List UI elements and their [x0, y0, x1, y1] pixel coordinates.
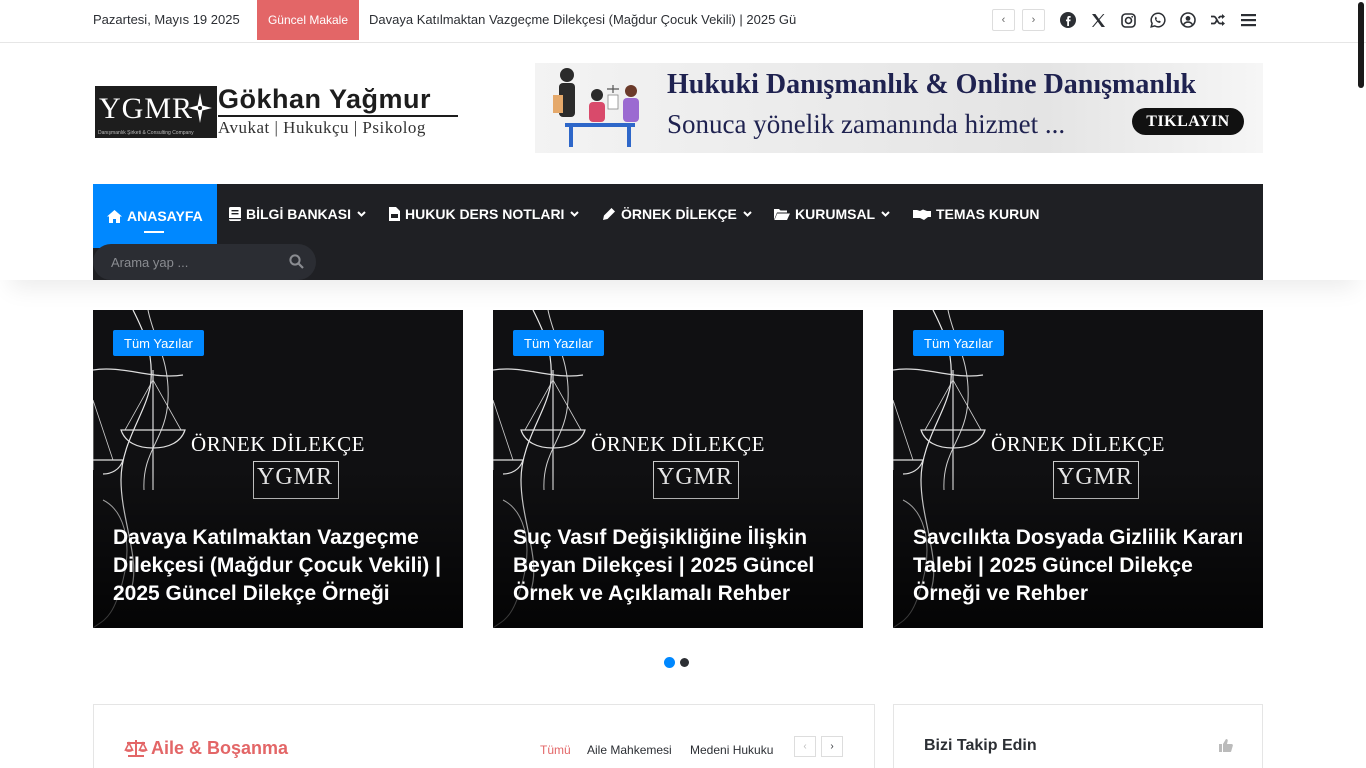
logo-mark-subtitle: Danışmanlık Şirketi & Consulting Company — [98, 130, 194, 136]
nav-item-ornek-dilekce[interactable]: ÖRNEK DİLEKÇE — [602, 184, 752, 244]
slider-card[interactable]: Tüm Yazılar ÖRNEK DİLEKÇE YGMR Savcılıkt… — [893, 310, 1263, 628]
top-bar: Pazartesi, Mayıs 19 2025 Güncel Makale D… — [0, 0, 1366, 43]
widget-title: Bizi Takip Edin — [924, 737, 1037, 754]
nav-item-anasayfa[interactable]: ANASAYFA — [93, 184, 217, 248]
x-twitter-icon[interactable] — [1088, 10, 1108, 30]
current-date: Pazartesi, Mayıs 19 2025 — [93, 12, 240, 27]
chevron-down-icon — [881, 211, 890, 217]
chevron-down-icon — [357, 211, 366, 217]
breaking-news-label: Güncel Makale — [257, 0, 359, 40]
logo-mark-letters: YGMR — [99, 92, 194, 125]
breaking-next-button[interactable]: › — [1022, 9, 1045, 31]
logo-name: Gökhan Yağmur — [218, 84, 432, 114]
search-box — [93, 244, 316, 280]
image-watermark-title: ÖRNEK DİLEKÇE — [591, 432, 765, 456]
random-article-icon[interactable] — [1208, 10, 1228, 30]
category-badge[interactable]: Tüm Yazılar — [113, 330, 204, 356]
home-icon — [107, 209, 122, 223]
search-input[interactable] — [111, 253, 281, 271]
book-icon — [229, 207, 241, 221]
user-login-icon[interactable] — [1178, 10, 1198, 30]
nav-item-label: HUKUK DERS NOTLARI — [405, 206, 565, 222]
nav-item-label: KURUMSAL — [795, 206, 876, 222]
compass-star-icon — [188, 93, 212, 123]
logo-mark: YGMR Danışmanlık Şirketi & Consulting Co… — [95, 86, 217, 138]
banner-headline: Hukuki Danışmanlık & Online Danışmanlık — [667, 69, 1197, 100]
breaking-prev-button[interactable]: ‹ — [992, 9, 1015, 31]
page-scrollbar[interactable] — [1358, 2, 1364, 88]
slider-card[interactable]: Tüm Yazılar ÖRNEK DİLEKÇE YGMR Suç Vasıf… — [493, 310, 863, 628]
logo-rule — [218, 115, 458, 117]
chevron-down-icon — [743, 211, 752, 217]
nav-item-label: ÖRNEK DİLEKÇE — [621, 206, 737, 222]
nav-item-hukuk-ders-notlari[interactable]: HUKUK DERS NOTLARI — [389, 184, 580, 244]
balance-scale-icon — [124, 739, 148, 762]
slide-title[interactable]: Savcılıkta Dosyada Gizlilik Kararı Taleb… — [913, 524, 1253, 608]
nav-item-bilgi-bankasi[interactable]: BİLGİ BANKASI — [229, 184, 366, 244]
site-logo[interactable]: YGMR Danışmanlık Şirketi & Consulting Co… — [93, 84, 463, 142]
nav-item-kurumsal[interactable]: KURUMSAL — [774, 184, 890, 244]
instagram-icon[interactable] — [1118, 10, 1138, 30]
logo-tagline: Avukat | Hukukçu | Psikolog — [218, 118, 426, 137]
section-title: Aile & Boşanma — [151, 738, 289, 758]
follow-us-widget: Bizi Takip Edin — [893, 704, 1263, 768]
consulting-ad-banner[interactable]: Hukuki Danışmanlık & Online Danışmanlık … — [535, 63, 1263, 153]
nav-item-label: BİLGİ BANKASI — [246, 206, 351, 222]
slider-card[interactable]: Tüm Yazılar ÖRNEK DİLEKÇE YGMR Davaya Ka… — [93, 310, 463, 628]
slide-title[interactable]: Suç Vasıf Değişikliğine İlişkin Beyan Di… — [513, 524, 853, 608]
folder-open-icon — [774, 208, 790, 221]
image-watermark-title: ÖRNEK DİLEKÇE — [191, 432, 365, 456]
section-next-button[interactable]: › — [821, 736, 843, 757]
facebook-icon[interactable] — [1058, 10, 1078, 30]
active-indicator — [144, 231, 164, 233]
filter-tab-all[interactable]: Tümü — [540, 743, 571, 757]
pen-icon — [602, 207, 616, 221]
banner-cta-button[interactable]: TIKLAYIN — [1132, 108, 1244, 135]
whatsapp-icon[interactable] — [1148, 10, 1168, 30]
category-badge[interactable]: Tüm Yazılar — [913, 330, 1004, 356]
file-pdf-icon — [389, 207, 400, 221]
chevron-down-icon — [570, 211, 580, 217]
aile-bosanma-section: Aile & Boşanma Tümü Aile Mahkemesi Meden… — [93, 704, 875, 768]
sidebar-menu-icon[interactable] — [1238, 10, 1258, 30]
image-watermark-title: ÖRNEK DİLEKÇE — [991, 432, 1165, 456]
slide-title[interactable]: Davaya Katılmaktan Vazgeçme Dilekçesi (M… — [113, 524, 453, 608]
slider-dot[interactable] — [680, 658, 689, 667]
section-prev-button[interactable]: ‹ — [794, 736, 816, 757]
category-badge[interactable]: Tüm Yazılar — [513, 330, 604, 356]
filter-tab-medeni-hukuku[interactable]: Medeni Hukuku — [690, 743, 773, 757]
nav-item-label: TEMAS KURUN — [936, 206, 1040, 222]
filter-tab-aile-mahkemesi[interactable]: Aile Mahkemesi — [587, 743, 672, 757]
slider-pagination — [664, 657, 694, 669]
breaking-news-link[interactable]: Davaya Katılmaktan Vazgeçme Dilekçesi (M… — [369, 12, 797, 27]
slider-dot-active[interactable] — [664, 657, 675, 668]
thumbs-up-icon — [1219, 739, 1233, 757]
search-icon[interactable] — [289, 254, 304, 274]
consultation-illustration — [553, 68, 639, 147]
banner-subline: Sonuca yönelik zamanında hizmet ... — [667, 109, 1066, 139]
nav-item-temas-kurun[interactable]: TEMAS KURUN — [913, 184, 1039, 244]
nav-item-label: ANASAYFA — [127, 208, 203, 224]
handshake-icon — [913, 208, 931, 221]
